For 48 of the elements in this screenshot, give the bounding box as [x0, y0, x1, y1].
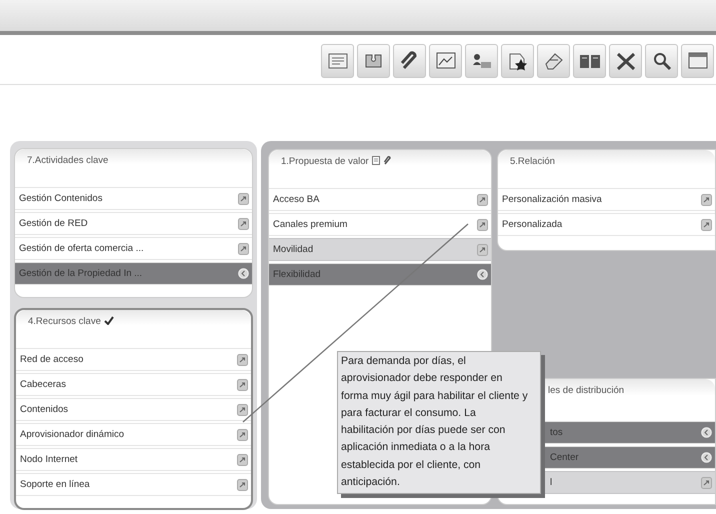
expand-icon[interactable] — [477, 194, 488, 206]
expand-icon[interactable] — [237, 428, 248, 440]
collapse-icon[interactable] — [701, 452, 712, 463]
card-title: 5.Relación — [510, 156, 555, 167]
list-item[interactable]: Aprovisionador dinámico — [16, 423, 251, 446]
expand-icon[interactable] — [701, 476, 712, 488]
list-item[interactable]: Gestión Contenidos — [15, 187, 252, 210]
card-title: les de distribución — [548, 385, 624, 396]
list-item[interactable]: Soporte en línea — [16, 473, 251, 496]
expand-icon[interactable] — [237, 454, 248, 466]
toolbar-button[interactable] — [573, 44, 606, 78]
list-item[interactable]: Nodo Internet — [16, 448, 251, 471]
toolbar-button[interactable] — [357, 44, 390, 78]
list-item[interactable]: Contenidos — [16, 398, 251, 421]
list-item[interactable]: Gestión de RED — [15, 212, 252, 235]
expand-icon[interactable] — [477, 244, 488, 256]
card-title: 7.Actividades clave — [27, 155, 108, 166]
toolbar-button[interactable] — [393, 44, 426, 78]
collapse-icon[interactable] — [701, 427, 712, 438]
expand-icon[interactable] — [237, 354, 248, 366]
list-item[interactable]: Personalización masiva — [498, 188, 715, 211]
expand-icon[interactable] — [237, 378, 248, 390]
toolbar-button[interactable] — [465, 44, 498, 78]
expand-icon[interactable] — [237, 478, 248, 490]
list-item[interactable]: Cabeceras — [16, 373, 251, 396]
list-item[interactable]: Movilidad — [269, 238, 491, 261]
expand-icon[interactable] — [237, 404, 248, 416]
card-title: 4.Recursos clave — [28, 316, 101, 327]
list-item[interactable]: Red de acceso — [16, 348, 251, 371]
toolbar-button[interactable] — [681, 44, 714, 78]
list-item[interactable]: Personalizada — [498, 213, 715, 236]
expand-icon[interactable] — [477, 218, 488, 230]
expand-icon[interactable] — [701, 218, 712, 230]
collapse-icon[interactable] — [477, 269, 488, 280]
list-item[interactable]: Acceso BA — [269, 188, 491, 211]
toolbar-button[interactable] — [609, 44, 642, 78]
toolbar-button[interactable] — [537, 44, 570, 78]
expand-icon[interactable] — [701, 194, 712, 206]
expand-icon[interactable] — [238, 192, 249, 204]
toolbar-button[interactable] — [429, 44, 462, 78]
card-title: 1.Propuesta de valor — [281, 156, 369, 167]
expand-icon[interactable] — [238, 242, 249, 254]
toolbar-button[interactable] — [501, 44, 534, 78]
toolbar-button[interactable] — [645, 44, 678, 78]
list-item[interactable]: Gestión de oferta comercia ... — [15, 237, 252, 260]
expand-icon[interactable] — [238, 218, 249, 230]
collapse-icon[interactable] — [238, 268, 249, 279]
list-item[interactable]: Canales premium — [269, 213, 491, 236]
